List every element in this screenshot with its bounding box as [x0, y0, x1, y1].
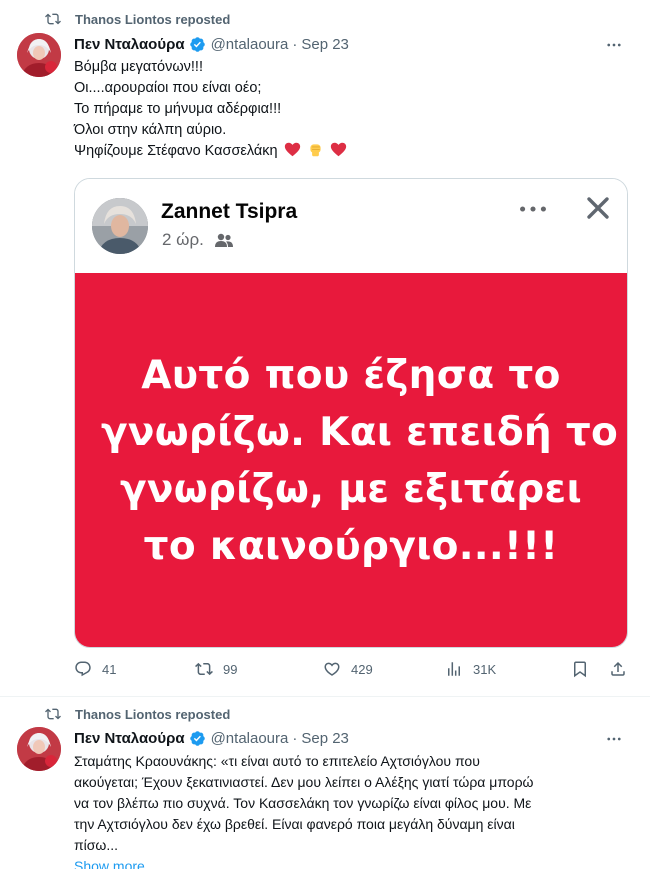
tweet-actions: 41 99 429 31K	[74, 658, 630, 686]
text-line: την Αχτσιόγλου δεν έχω βρεθεί. Είναι φαν…	[74, 816, 515, 832]
share-icon	[611, 661, 625, 676]
author-name[interactable]: Πεν Νταλαούρα	[74, 730, 185, 747]
text-line: Βόμβα μεγατόνων!!!	[74, 59, 203, 75]
fb-time-ago: 2 ώρ.	[162, 230, 204, 249]
fb-post-meta: 2 ώρ.	[162, 230, 234, 250]
fb-poster-name: Zannet Tsipra	[161, 200, 298, 223]
show-more-link[interactable]: Show more	[74, 856, 630, 869]
text-line: Σταμάτης Κραουνάκης: «τι είναι αυτό το ε…	[74, 753, 480, 769]
more-icon[interactable]	[604, 729, 624, 749]
tweet-header: Πεν Νταλαούρα @ntalaoura · Sep 23	[74, 33, 349, 55]
close-icon	[585, 195, 611, 221]
tweet[interactable]: Thanos Liontos reposted Πεν Νταλαούρα @n…	[0, 698, 650, 869]
quote-line: γνωρίζω, με εξιτάρει	[120, 466, 582, 512]
repost-button[interactable]: 99	[195, 660, 237, 678]
audience-icon	[214, 233, 233, 247]
views-count: 31K	[473, 661, 497, 677]
quote-text: Αυτό που έζησα το γνωρίζω. Και επειδή το…	[101, 347, 619, 575]
text-line: πίσω...	[74, 837, 119, 853]
red-heart-emoji	[330, 142, 346, 157]
quote-line: γνωρίζω. Και επειδή το	[101, 409, 619, 455]
tweet-text: Σταμάτης Κραουνάκης: «τι είναι αυτό το ε…	[74, 751, 630, 869]
separator-dot: ·	[292, 35, 298, 53]
tweet[interactable]: Thanos Liontos reposted Πεν Νταλαούρα @n…	[0, 0, 650, 697]
author-handle[interactable]: @ntalaoura	[211, 36, 289, 53]
author-handle[interactable]: @ntalaoura	[211, 730, 289, 747]
text-line: να τον βλέπω πιο συχνά. Τον Κασσελάκη το…	[74, 795, 532, 811]
more-icon[interactable]	[604, 35, 624, 55]
bookmark-icon	[574, 661, 586, 678]
separator-dot: ·	[292, 729, 298, 747]
avatar[interactable]	[17, 33, 61, 77]
quote-banner: Αυτό που έζησα το γνωρίζω. Και επειδή το…	[75, 273, 627, 647]
verified-icon	[189, 36, 206, 53]
tweet-date[interactable]: Sep 23	[301, 730, 349, 747]
repost-icon	[44, 706, 62, 722]
fb-more-icon	[515, 199, 551, 219]
repost-icon	[195, 662, 213, 676]
red-heart-emoji	[284, 142, 300, 157]
repost-context: Thanos Liontos reposted	[44, 9, 230, 29]
quote-line: το καινούργιο...!!!	[143, 523, 559, 569]
repost-icon	[44, 11, 62, 27]
verified-icon	[189, 730, 206, 747]
raised-fist-emoji	[310, 144, 321, 157]
text-line: Ψηφίζουμε Στέφανο Κασσελάκη	[74, 143, 278, 159]
like-icon	[324, 662, 340, 676]
text-line: Οι....αρουραίοι που είναι οέο;	[74, 80, 262, 96]
reply-icon	[75, 661, 91, 677]
avatar[interactable]	[17, 727, 61, 771]
fb-post-header: Zannet Tsipra 2 ώρ.	[75, 179, 627, 271]
repost-count: 99	[223, 661, 238, 677]
author-name[interactable]: Πεν Νταλαούρα	[74, 36, 185, 53]
tweet-date[interactable]: Sep 23	[301, 36, 349, 53]
like-count: 429	[351, 661, 373, 677]
repost-context: Thanos Liontos reposted	[44, 704, 230, 724]
share-button[interactable]	[609, 660, 627, 678]
reposted-by-label[interactable]: Thanos Liontos reposted	[75, 707, 230, 722]
reply-count: 41	[102, 661, 117, 677]
tweet-media-card[interactable]: Zannet Tsipra 2 ώρ. Αυτό που έζησα το γν…	[74, 178, 628, 648]
tweet-header: Πεν Νταλαούρα @ntalaoura · Sep 23	[74, 727, 349, 749]
reply-button[interactable]: 41	[74, 660, 116, 678]
text-line: ακούγεται; Έχουν ξεκατινιαστεί. Δεν μου …	[74, 774, 534, 790]
tweet-text: Βόμβα μεγατόνων!!! Οι....αρουραίοι που ε…	[74, 57, 630, 162]
like-button[interactable]: 429	[323, 660, 373, 678]
quote-line: Αυτό που έζησα το	[141, 352, 561, 398]
views-button[interactable]: 31K	[445, 660, 496, 678]
text-line: Όλοι στην κάλπη αύριο.	[74, 122, 227, 138]
bookmark-button[interactable]	[571, 660, 589, 678]
text-line: Το πήραμε το μήνυμα αδέρφια!!!	[74, 101, 282, 117]
text-line-with-emoji: Ψηφίζουμε Στέφανο Κασσελάκη	[74, 141, 630, 162]
views-icon	[448, 662, 460, 676]
fb-avatar	[92, 198, 148, 254]
reposted-by-label[interactable]: Thanos Liontos reposted	[75, 12, 230, 27]
